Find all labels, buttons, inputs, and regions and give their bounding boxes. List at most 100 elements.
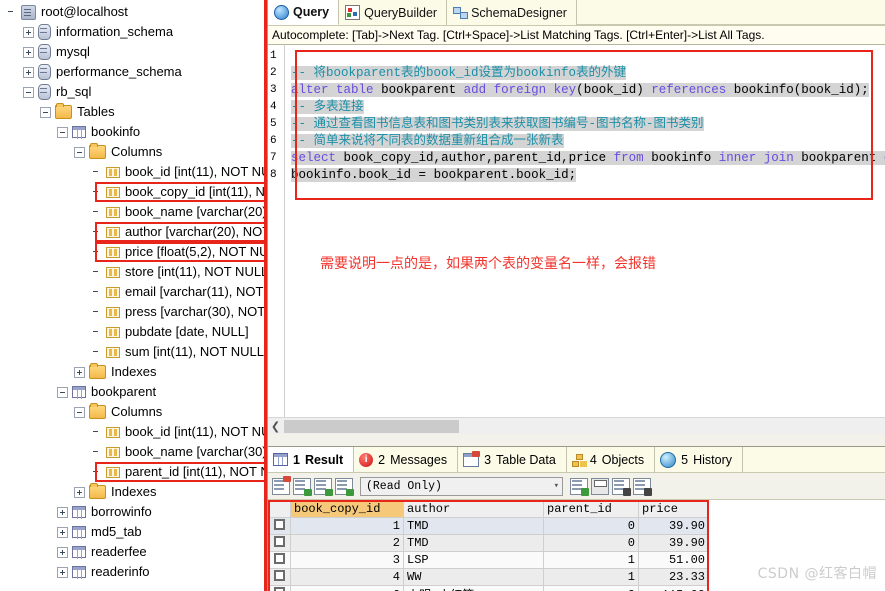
collapse-icon[interactable] xyxy=(40,106,51,118)
tree-scroll-area[interactable]: root@localhost information_schema mysql per… xyxy=(0,0,267,582)
select-all-header[interactable] xyxy=(268,500,291,518)
expand-icon[interactable] xyxy=(57,566,68,578)
tree-node[interactable]: email [varchar(11), NOT NULL] xyxy=(0,282,267,302)
cell-author[interactable]: WW xyxy=(403,568,544,586)
column-header-parent_id[interactable]: parent_id xyxy=(543,500,639,518)
cell-parent_id[interactable]: 0 xyxy=(543,534,639,552)
collapse-icon[interactable] xyxy=(74,146,85,158)
result-tab-messages[interactable]: i 2 Messages xyxy=(354,447,459,472)
expand-icon[interactable] xyxy=(57,546,68,558)
tree-node[interactable]: book_copy_id [int(11), NULL] xyxy=(0,182,267,202)
refresh-button[interactable] xyxy=(272,475,291,495)
row-checkbox[interactable] xyxy=(274,535,285,547)
expand-icon[interactable] xyxy=(23,46,34,58)
result-grid[interactable]: book_copy_id author parent_id price 1 TMD 0 39.… xyxy=(268,500,709,591)
tree-node[interactable]: md5_tab xyxy=(0,522,267,542)
result-tab-objects[interactable]: 4 Objects xyxy=(567,447,656,472)
cell-parent_id[interactable]: 1 xyxy=(543,551,639,569)
row-checkbox[interactable] xyxy=(274,569,285,581)
result-tab-history[interactable]: 5 History xyxy=(655,447,744,472)
cell-author[interactable]: TMD xyxy=(403,517,544,535)
code-line[interactable]: -- 通过查看图书信息表和图书类别表来获取图书编号-图书名称-图书类别 xyxy=(285,116,885,133)
tree-node[interactable]: Columns xyxy=(0,142,267,162)
tree-node[interactable]: bookinfo xyxy=(0,122,267,142)
cell-price[interactable]: 39.90 xyxy=(638,534,709,552)
cell-book_copy_id[interactable]: 4 xyxy=(290,568,404,586)
sql-code-area[interactable]: -- 将bookparent表的book_id设置为bookinfo表的外键 al… xyxy=(285,45,885,446)
tree-node[interactable]: book_id [int(11), NOT NULL] xyxy=(0,162,267,182)
tree-node[interactable]: bookparent xyxy=(0,382,267,402)
result-grid-wrap[interactable]: book_copy_id author parent_id price 1 TMD 0 39.… xyxy=(268,500,885,591)
tree-node[interactable]: Indexes xyxy=(0,482,267,502)
readonly-dropdown[interactable]: (Read Only) ▾ xyxy=(360,476,563,496)
code-line[interactable]: -- 简单来说将不同表的数据重新组合成一张新表 xyxy=(285,133,885,150)
add-row-button[interactable] xyxy=(570,477,589,496)
code-line[interactable]: select book_copy_id,author,parent_id,pri… xyxy=(285,150,885,167)
cell-book_copy_id[interactable]: 3 xyxy=(290,551,404,569)
expand-icon[interactable] xyxy=(57,506,68,518)
cell-book_copy_id[interactable]: 1 xyxy=(290,517,404,535)
scroll-thumb[interactable] xyxy=(284,419,459,433)
cell-price[interactable]: 39.90 xyxy=(638,517,709,535)
tree-node[interactable]: pubdate [date, NULL] xyxy=(0,322,267,342)
result-tab-strip[interactable]: 1 Result i 2 Messages 3 Table Data 4 Objects 5 His… xyxy=(268,446,885,473)
tree-node[interactable]: book_name [varchar(30), NOT NULL] xyxy=(0,442,267,462)
cell-parent_id[interactable]: 0 xyxy=(543,517,639,535)
code-line[interactable] xyxy=(285,48,885,65)
object-browser-tree[interactable]: root@localhost information_schema mysql per… xyxy=(0,0,268,591)
collapse-icon[interactable] xyxy=(57,126,68,138)
column-header-author[interactable]: author xyxy=(403,500,544,518)
row-checkbox[interactable] xyxy=(274,552,285,564)
tree-node[interactable]: information_schema xyxy=(0,22,267,42)
tree-node[interactable]: press [varchar(30), NOT NULL] xyxy=(0,302,267,322)
row-checkbox[interactable] xyxy=(274,518,285,530)
tab-querybuilder[interactable]: QueryBuilder xyxy=(339,0,448,25)
table-row[interactable]: 1 TMD 0 39.90 xyxy=(268,517,709,535)
cell-parent_id[interactable]: 1 xyxy=(543,568,639,586)
expand-icon[interactable] xyxy=(23,66,34,78)
sql-editor[interactable]: 1 2 3 4 5 6 7 8 -- 将bookparent表的book_id设置为booki… xyxy=(268,44,885,446)
row-checkbox[interactable] xyxy=(274,587,285,591)
column-header-price[interactable]: price xyxy=(638,500,709,518)
tree-node[interactable]: readerfee xyxy=(0,542,267,562)
export-button[interactable] xyxy=(293,477,312,496)
cell-price[interactable]: 51.00 xyxy=(638,551,709,569)
load-button[interactable] xyxy=(335,477,354,496)
expand-icon[interactable] xyxy=(74,486,85,498)
tree-node[interactable]: sum [int(11), NOT NULL] xyxy=(0,342,267,362)
edit-button[interactable] xyxy=(633,477,652,496)
table-row[interactable]: 2 TMD 0 39.90 xyxy=(268,534,709,552)
cell-price[interactable]: 23.33 xyxy=(638,568,709,586)
tree-node[interactable]: Indexes xyxy=(0,362,267,382)
tree-node[interactable]: book_id [int(11), NOT NULL] xyxy=(0,422,267,442)
tree-node[interactable]: parent_id [int(11), NOT NULL] xyxy=(0,462,267,482)
import-button[interactable] xyxy=(314,477,333,496)
result-toolbar[interactable]: (Read Only) ▾ xyxy=(268,473,885,500)
cell-author[interactable]: TMD xyxy=(403,534,544,552)
tree-node[interactable]: author [varchar(20), NOT NULL] xyxy=(0,222,267,242)
row-checkbox-cell[interactable] xyxy=(268,534,291,552)
cell-price[interactable]: 115.00 xyxy=(638,585,709,591)
row-checkbox-cell[interactable] xyxy=(268,517,291,535)
collapse-icon[interactable] xyxy=(23,86,34,98)
tree-node[interactable]: mysql xyxy=(0,42,267,62)
editor-horizontal-scrollbar[interactable]: ❮ xyxy=(268,417,885,434)
tree-node[interactable]: book_name [varchar(20), NOT NULL] xyxy=(0,202,267,222)
editor-tab-strip[interactable]: Query QueryBuilder SchemaDesigner xyxy=(268,0,885,26)
tree-node[interactable]: Columns xyxy=(0,402,267,422)
tab-query[interactable]: Query xyxy=(268,0,340,25)
column-header-book_copy_id[interactable]: book_copy_id xyxy=(290,500,404,518)
cell-parent_id[interactable]: 2 xyxy=(543,585,639,591)
chevron-down-icon[interactable]: ▾ xyxy=(554,481,559,491)
row-checkbox-cell[interactable] xyxy=(268,568,291,586)
expand-icon[interactable] xyxy=(57,526,68,538)
cell-book_copy_id[interactable]: 6 xyxy=(290,585,404,591)
cell-author[interactable]: 小明,小红等 xyxy=(403,585,544,591)
result-tab-result[interactable]: 1 Result xyxy=(268,447,355,472)
code-line[interactable]: bookinfo.book_id = bookparent.book_id; xyxy=(285,167,885,184)
collapse-icon[interactable] xyxy=(57,386,68,398)
tree-node[interactable]: borrowinfo xyxy=(0,502,267,522)
tree-node[interactable]: rb_sql xyxy=(0,82,267,102)
expand-icon[interactable] xyxy=(74,366,85,378)
expand-icon[interactable] xyxy=(23,26,34,38)
